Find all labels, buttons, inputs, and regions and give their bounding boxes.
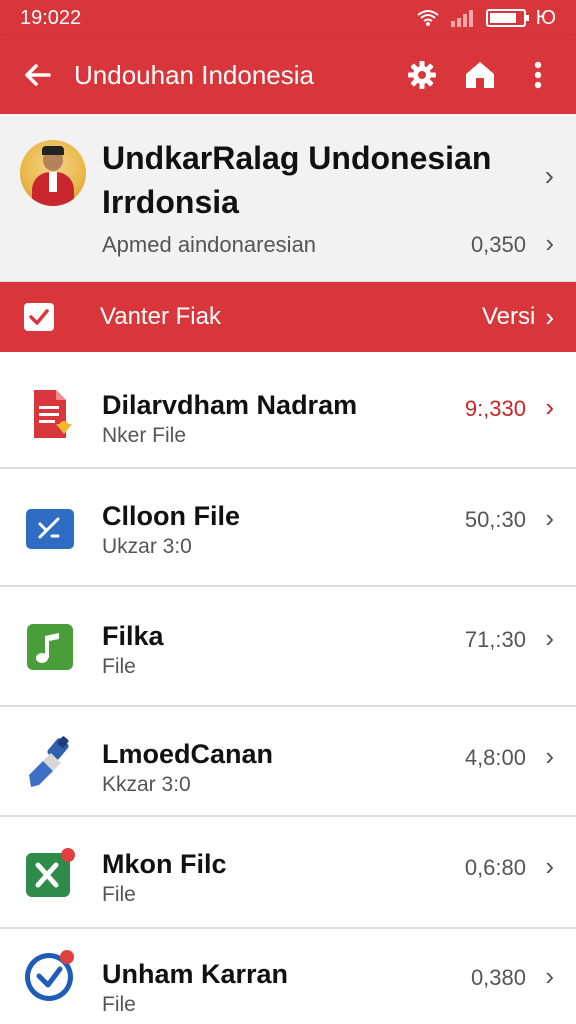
file-subtitle: Kkzar 3:0 [102,773,191,796]
file-subtitle: Nker File [102,424,187,447]
chevron-right-icon[interactable]: › [545,503,554,534]
app-actions [404,57,576,93]
file-list: Dilarvdham Nadram Nker File 9:,330 › Cll… [0,352,576,1024]
app-bar: Undouhan Indonesia [0,36,576,114]
section-label: Vanter Fiak [100,303,221,330]
document-icon [22,386,78,442]
list-item[interactable]: Mkon Filc File 0,6:80 › [0,817,576,929]
chevron-right-icon[interactable]: › [545,623,554,654]
brush-icon [22,735,78,791]
list-item[interactable]: Clloon File Ukzar 3:0 50,:30 › [0,469,576,587]
file-value: 71,:30 [464,627,526,652]
status-time: 19:022 [20,6,82,29]
app-title: Undouhan Indonesia [74,59,314,90]
chevron-right-icon[interactable]: › [545,302,554,333]
profile-header[interactable]: UndkarRalag Undonesian Irrdonsia › Apmed… [0,114,576,282]
file-value: 50,:30 [464,507,526,532]
section-bar[interactable]: Vanter Fiak Versi › [0,282,576,352]
home-button[interactable] [462,57,498,93]
gear-icon [408,61,436,89]
more-options-button[interactable] [520,57,556,93]
profile-subtitle: Apmed aindonaresian [102,232,317,257]
chevron-right-icon[interactable]: › [545,392,554,423]
signal-icon [450,10,473,27]
check-icon [29,309,49,325]
file-name: Filka [102,621,164,651]
file-name: LmoedCanan [102,739,274,769]
settings-button[interactable] [404,57,440,93]
file-name: Mkon Filc [102,849,227,879]
version-label[interactable]: Versi [482,303,535,331]
file-value: 4,8:00 [464,745,526,770]
chevron-right-icon[interactable]: › [545,228,554,259]
file-subtitle: File [102,993,136,1016]
file-name: Unham Karran [102,959,289,989]
chevron-right-icon[interactable]: › [545,741,554,772]
chevron-right-icon[interactable]: › [545,961,554,992]
blue-file-icon [22,501,78,557]
list-item[interactable]: Filka File 71,:30 › [0,587,576,707]
list-item[interactable]: Dilarvdham Nadram Nker File 9:,330 › [0,352,576,469]
excel-icon [22,845,78,901]
battery-icon [485,9,529,27]
profile-name: UndkarRalag Undonesian Irrdonsia [102,136,522,224]
file-subtitle: File [102,883,136,906]
avatar [20,140,86,206]
music-icon [22,619,78,675]
file-subtitle: File [102,655,136,678]
file-value: 9:,330 [464,396,526,421]
home-icon [466,62,494,88]
check-circle-icon [22,947,78,1003]
file-name: Clloon File [102,501,240,531]
select-all-checkbox[interactable] [24,303,54,331]
chevron-right-icon[interactable]: › [545,160,554,192]
file-name: Dilarvdham Nadram [102,390,358,420]
file-value: 0,6:80 [464,855,526,880]
list-item[interactable]: Unham Karran File 0,380 › [0,929,576,1024]
more-vert-icon [534,61,542,89]
file-subtitle: Ukzar 3:0 [102,535,192,558]
status-extra: Ю [535,6,556,29]
wifi-icon [417,10,439,26]
profile-name-line2: Irrdonsia [102,184,239,220]
list-item[interactable]: LmoedCanan Kkzar 3:0 4,8:00 › [0,707,576,817]
profile-name-line1: UndkarRalag Undonesian [102,140,492,176]
file-value: 0,380 [470,965,526,990]
profile-value: 0,350 [470,232,526,257]
status-icons: Ю [416,7,556,30]
chevron-right-icon[interactable]: › [545,851,554,882]
status-bar: 19:022 Ю [0,0,576,36]
